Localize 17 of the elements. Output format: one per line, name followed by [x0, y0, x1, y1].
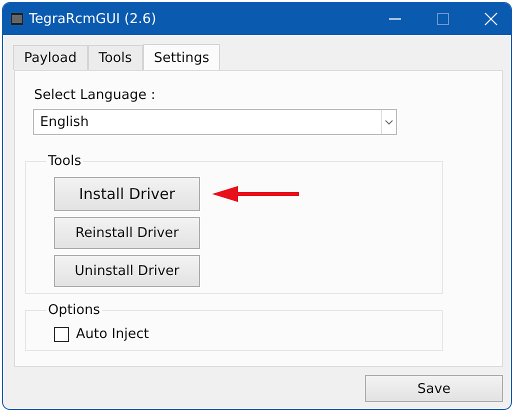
tab[interactable]: Tools: [88, 45, 143, 70]
tab[interactable]: Payload: [13, 45, 88, 70]
save-button[interactable]: Save: [365, 375, 503, 402]
driver-button[interactable]: Install Driver: [54, 177, 200, 211]
driver-button[interactable]: Uninstall Driver: [54, 255, 200, 287]
language-label: Select Language :: [34, 87, 156, 103]
tab[interactable]: Settings: [142, 44, 220, 70]
window-title: TegraRcmGUI (2.6): [29, 11, 158, 27]
close-icon[interactable]: [483, 11, 499, 27]
language-dropdown[interactable]: English: [33, 109, 397, 135]
group-title: Tools: [47, 153, 82, 169]
checkbox[interactable]: [54, 326, 69, 342]
group-title: Options: [47, 302, 102, 318]
app-icon: [11, 13, 23, 25]
driver-button[interactable]: Reinstall Driver: [54, 217, 200, 249]
checkbox-label: Auto Inject: [76, 326, 149, 342]
caret-icon: [385, 120, 393, 124]
